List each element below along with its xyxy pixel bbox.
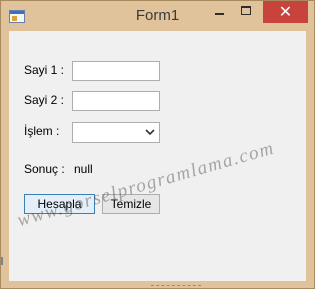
close-button[interactable]: ✕	[263, 1, 308, 23]
sayi1-label: Sayi 1 :	[24, 63, 65, 77]
maximize-icon	[241, 6, 251, 15]
hesapla-button[interactable]: Hesapla	[24, 194, 95, 214]
minimize-button[interactable]	[206, 1, 232, 23]
maximize-button[interactable]	[233, 1, 259, 23]
chevron-down-icon[interactable]	[144, 124, 156, 141]
title-bar[interactable]: Form1 ✕	[1, 1, 314, 31]
sayi2-label: Sayi 2 :	[24, 93, 65, 107]
sonuc-label: Sonuç :	[24, 162, 65, 176]
minimize-icon	[215, 13, 224, 15]
app-window: Form1 ✕ Sayi 1 : Sayi 2 : İşlem : Sonuç …	[0, 0, 315, 289]
sayi1-input[interactable]	[72, 61, 160, 81]
left-edge-marker	[1, 257, 3, 265]
close-icon: ✕	[278, 4, 293, 21]
islem-combobox[interactable]	[72, 122, 160, 143]
bottom-resize-grip[interactable]	[151, 285, 201, 286]
sayi2-input[interactable]	[72, 91, 160, 111]
sonuc-value: null	[74, 162, 93, 176]
form-client-area: Sayi 1 : Sayi 2 : İşlem : Sonuç : null H…	[9, 31, 306, 281]
islem-label: İşlem :	[24, 124, 60, 138]
temizle-button[interactable]: Temizle	[102, 194, 160, 214]
